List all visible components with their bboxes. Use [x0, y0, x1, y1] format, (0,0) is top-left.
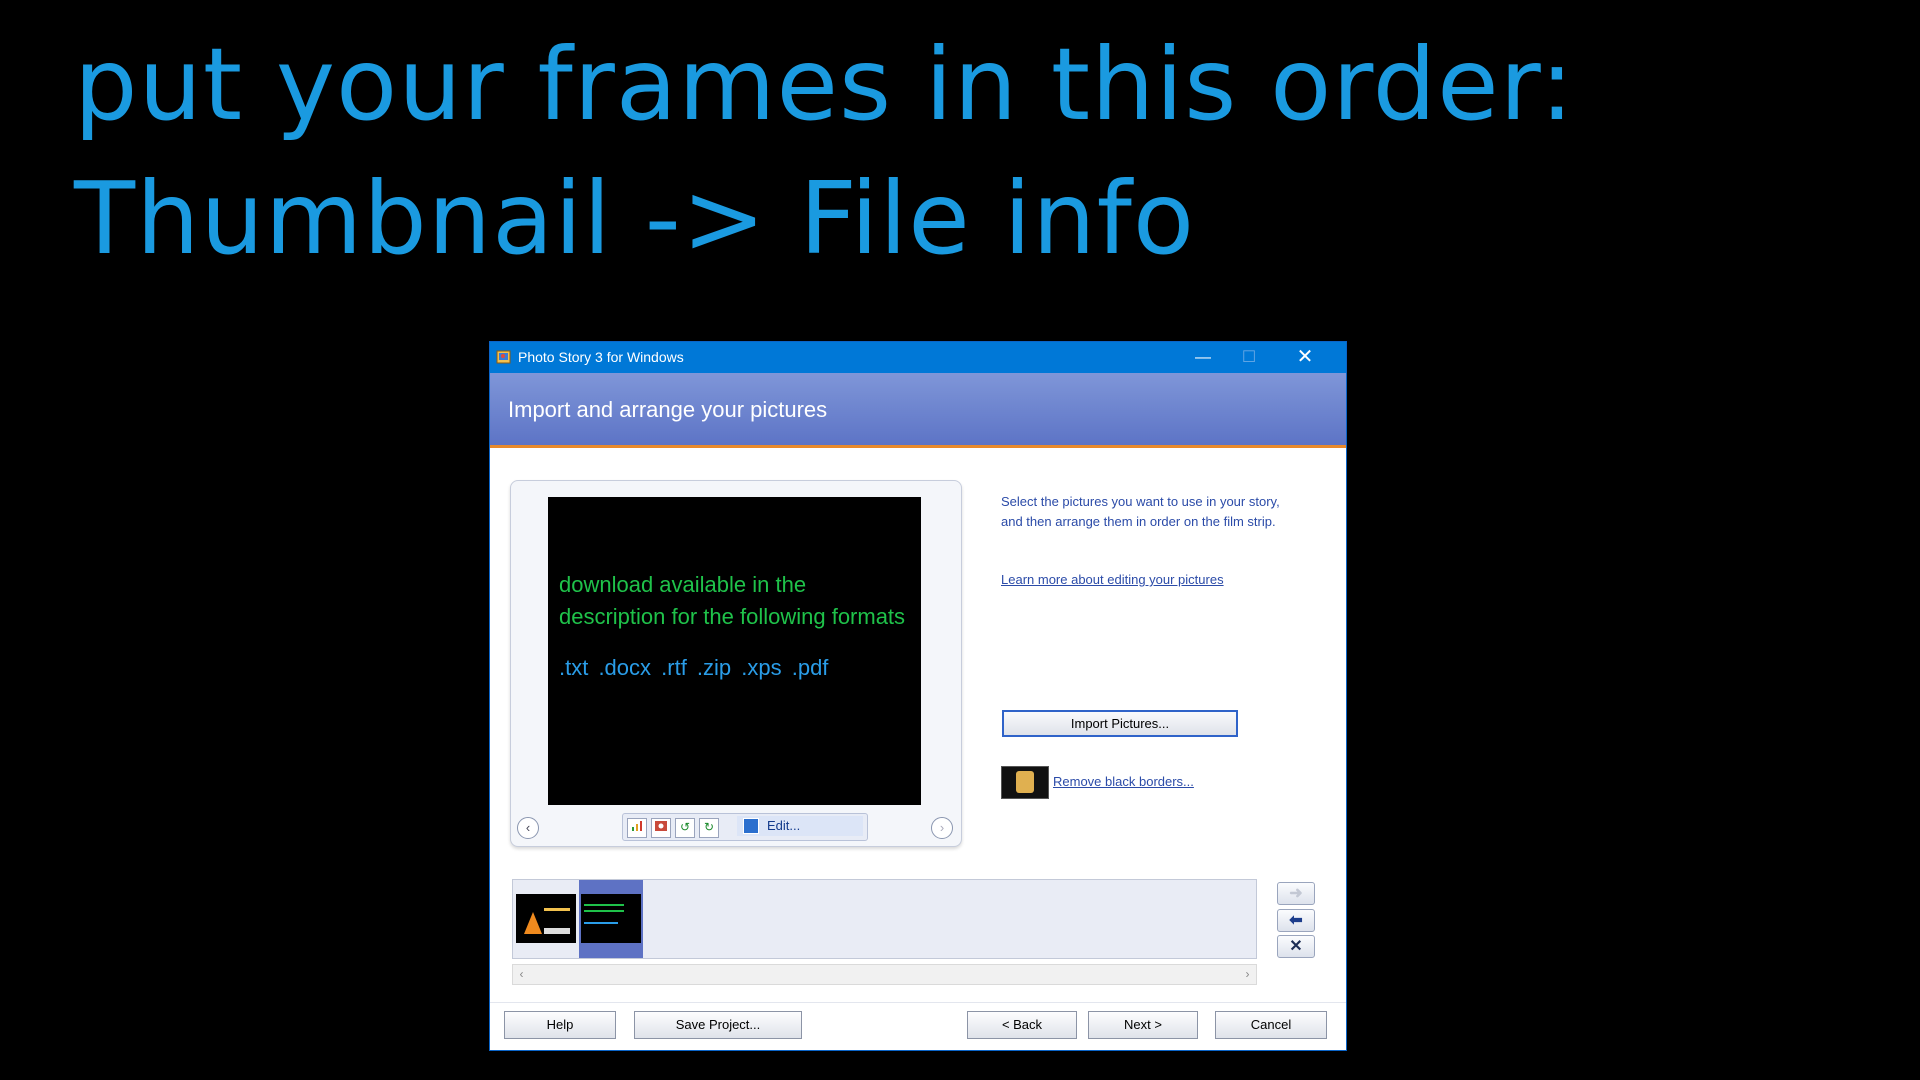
- picture-preview-panel: download available in the description fo…: [510, 480, 962, 847]
- scroll-right-arrow[interactable]: ›: [1239, 965, 1256, 984]
- photo-story-app-icon: [496, 350, 511, 364]
- vlc-cone-icon: [524, 912, 542, 934]
- back-button[interactable]: < Back: [967, 1011, 1077, 1039]
- remove-black-borders-link[interactable]: Remove black borders...: [1053, 774, 1194, 789]
- next-picture-button[interactable]: ›: [931, 817, 953, 839]
- photo-story-window: Photo Story 3 for Windows — ☐ ✕ Import a…: [489, 341, 1347, 1051]
- thumbnail-caption: [544, 908, 570, 911]
- minimize-button[interactable]: —: [1180, 342, 1226, 373]
- scroll-left-arrow[interactable]: ‹: [513, 965, 530, 984]
- wizard-header: Import and arrange your pictures: [490, 373, 1346, 448]
- film-strip[interactable]: [512, 879, 1257, 959]
- filmstrip-scrollbar[interactable]: ‹ ›: [512, 964, 1257, 985]
- filmstrip-thumbnail-2[interactable]: [581, 894, 641, 943]
- preview-formats: .txt .docx .rtf .zip .xps .pdf: [559, 655, 829, 680]
- auto-correct-icon[interactable]: [627, 818, 647, 838]
- instructions-text: Select the pictures you want to use in y…: [1001, 494, 1280, 529]
- thumbnail-text-blue: [584, 922, 618, 924]
- slide-title: put your frames in this order: Thumbnail…: [74, 18, 1575, 286]
- rotate-right-icon[interactable]: ↻: [699, 818, 719, 838]
- window-titlebar[interactable]: Photo Story 3 for Windows — ☐ ✕: [490, 342, 1346, 373]
- preview-text-line1: download available in the: [559, 572, 807, 597]
- maximize-button[interactable]: ☐: [1226, 342, 1272, 373]
- move-picture-left-button[interactable]: ⬅: [1277, 909, 1315, 932]
- thumbnail-text-green: [584, 904, 624, 906]
- import-pictures-button[interactable]: Import Pictures...: [1002, 710, 1238, 737]
- picture-toolbar: ↺ ↻ Edit...: [622, 813, 868, 841]
- previous-picture-button[interactable]: ‹: [517, 817, 539, 839]
- thumbnail-text-green: [584, 910, 624, 912]
- cancel-button[interactable]: Cancel: [1215, 1011, 1327, 1039]
- remove-red-eye-icon[interactable]: [651, 818, 671, 838]
- preview-text-line2: description for the following formats: [559, 604, 906, 629]
- portrait-icon: [1016, 771, 1034, 793]
- edit-label: Edit...: [767, 818, 801, 833]
- thumbnail-label: [544, 928, 570, 934]
- edit-icon: [743, 818, 759, 834]
- window-title: Photo Story 3 for Windows: [518, 349, 684, 365]
- preview-image: download available in the description fo…: [548, 497, 921, 805]
- edit-button[interactable]: Edit...: [737, 816, 863, 836]
- move-picture-right-button[interactable]: ➜: [1277, 882, 1315, 905]
- slide-title-line2: Thumbnail -> File info: [74, 160, 1196, 277]
- header-title: Import and arrange your pictures: [508, 397, 828, 422]
- learn-more-link[interactable]: Learn more about editing your pictures: [1001, 572, 1224, 587]
- next-button[interactable]: Next >: [1088, 1011, 1198, 1039]
- help-button[interactable]: Help: [504, 1011, 616, 1039]
- remove-black-borders-icon[interactable]: [1001, 766, 1049, 799]
- slide-title-line1: put your frames in this order:: [74, 26, 1575, 143]
- delete-picture-button[interactable]: ✕: [1277, 935, 1315, 958]
- rotate-left-icon[interactable]: ↺: [675, 818, 695, 838]
- save-project-button[interactable]: Save Project...: [634, 1011, 802, 1039]
- filmstrip-thumbnail-1[interactable]: [516, 894, 576, 943]
- close-button[interactable]: ✕: [1282, 342, 1328, 373]
